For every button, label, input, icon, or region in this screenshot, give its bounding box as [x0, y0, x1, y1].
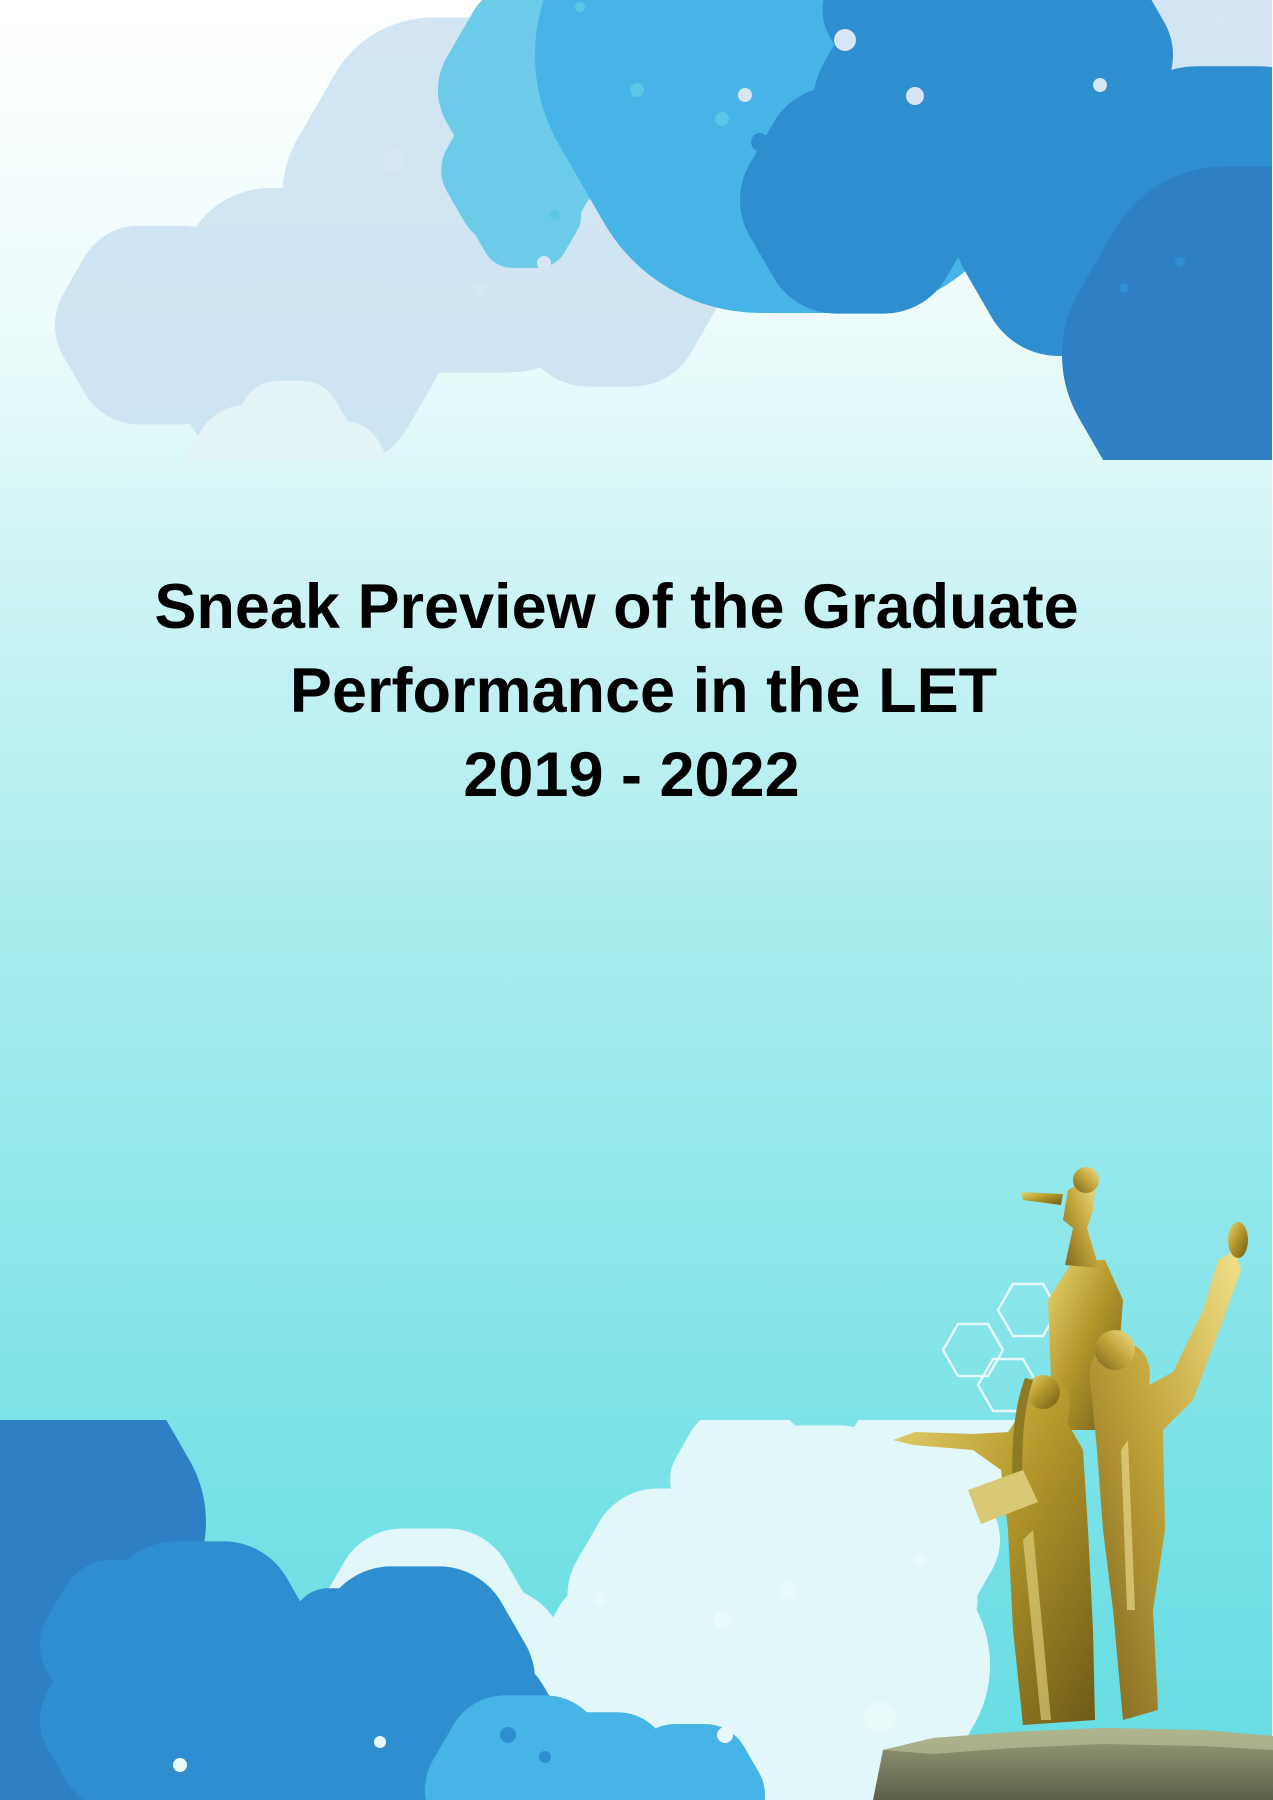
title-line-1: Sneak Preview of the Graduate — [154, 572, 1079, 642]
hexagon-network-top-decoration — [0, 0, 1273, 460]
cover-page: Sneak Preview of the Graduate Performanc… — [0, 0, 1273, 1800]
title-line-2: Performance in the LET — [289, 656, 998, 726]
title-year-range: 2019 - 2022 — [463, 740, 800, 810]
cover-title: Sneak Preview of the Graduate Performanc… — [0, 565, 1273, 817]
golden-statue-monument-image — [873, 1167, 1273, 1800]
